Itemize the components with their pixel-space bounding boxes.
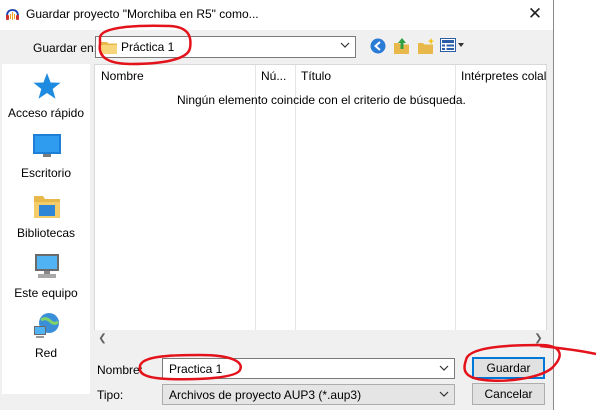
place-this-pc[interactable]: Este equipo	[2, 252, 90, 310]
empty-list-message: Ningún elemento coincide con el criterio…	[177, 93, 466, 107]
scroll-left-icon[interactable]: ❮	[94, 330, 111, 347]
network-icon	[34, 313, 59, 338]
cancel-button[interactable]: Cancelar	[472, 383, 545, 405]
scroll-right-icon[interactable]: ❯	[530, 330, 547, 347]
place-quick-access[interactable]: Acceso rápido	[2, 72, 90, 130]
place-label: Red	[34, 346, 57, 360]
chevron-down-icon[interactable]	[439, 364, 449, 372]
star-icon	[33, 73, 61, 99]
location-dropdown[interactable]: Práctica 1	[95, 36, 356, 58]
filetype-value: Archivos de proyecto AUP3 (*.aup3)	[169, 388, 362, 402]
dialog-edge	[553, 0, 554, 410]
place-network[interactable]: Red	[2, 312, 90, 370]
column-header-artists[interactable]: Intérpretes colal	[461, 69, 546, 83]
place-label: Acceso rápido	[7, 106, 85, 120]
view-menu-icon[interactable]	[440, 38, 466, 54]
place-label: Bibliotecas	[16, 226, 76, 240]
column-header-number[interactable]: Nú...	[261, 69, 286, 83]
libraries-icon	[34, 196, 60, 218]
file-list[interactable]: Nombre Nú... Título Intérpretes colal Ni…	[94, 64, 547, 347]
filetype-label: Tipo:	[97, 388, 124, 402]
place-libraries[interactable]: Bibliotecas	[2, 192, 90, 250]
save-dialog: Guardar en: Práctica 1 Acceso rápido Esc…	[0, 30, 554, 410]
column-header-title[interactable]: Título	[301, 69, 331, 83]
up-folder-icon[interactable]	[393, 37, 411, 55]
desktop-icon	[33, 134, 61, 157]
background-window	[550, 0, 598, 410]
window-title: Guardar proyecto "Morchiba en R5" como..…	[26, 7, 259, 21]
filename-label: Nombre:	[97, 363, 144, 377]
places-bar: Acceso rápido Escritorio Bibliotecas Est…	[2, 64, 90, 394]
computer-icon	[35, 254, 59, 278]
filetype-dropdown[interactable]: Archivos de proyecto AUP3 (*.aup3)	[162, 384, 455, 405]
place-label: Este equipo	[14, 286, 78, 300]
column-header-name[interactable]: Nombre	[101, 69, 144, 83]
new-folder-icon[interactable]	[417, 37, 435, 55]
folder-icon	[101, 42, 117, 54]
title-bar: Guardar proyecto "Morchiba en R5" como..…	[0, 0, 550, 30]
location-value: Práctica 1	[121, 40, 175, 54]
place-label: Escritorio	[20, 166, 71, 180]
chevron-down-icon	[439, 391, 449, 397]
place-desktop[interactable]: Escritorio	[2, 132, 90, 190]
filename-input[interactable]: Practica 1	[162, 358, 455, 379]
save-button[interactable]: Guardar	[472, 357, 545, 379]
location-label: Guardar en:	[33, 41, 98, 55]
back-icon[interactable]	[370, 38, 386, 54]
filename-value: Practica 1	[169, 362, 223, 376]
horizontal-scrollbar[interactable]: ❮ ❯	[94, 330, 547, 347]
chevron-down-icon	[340, 42, 350, 48]
audacity-icon	[6, 9, 19, 20]
close-button[interactable]: ✕	[522, 2, 548, 26]
